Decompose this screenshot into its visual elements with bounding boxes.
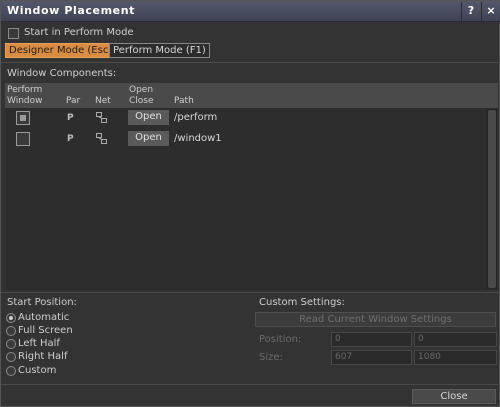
radio-full-screen[interactable] <box>6 326 16 336</box>
scrollbar-thumb[interactable] <box>488 110 496 288</box>
header-open: Open <box>129 85 154 95</box>
start-perform-checkbox[interactable] <box>8 28 19 39</box>
header-par: Par <box>66 96 81 106</box>
table-header: Perform Window Par Net Open Close Path <box>5 83 498 108</box>
close-button[interactable]: Close <box>412 389 496 404</box>
custom-settings-label: Custom Settings: <box>259 297 345 308</box>
perform-window-checkbox[interactable] <box>16 111 30 125</box>
start-position-label: Start Position: <box>7 297 77 308</box>
perform-window-checkbox[interactable] <box>16 132 30 146</box>
radio-left-half[interactable] <box>6 339 16 349</box>
header-window: Window <box>7 96 43 106</box>
par-button[interactable]: P <box>67 113 74 123</box>
size-width-field[interactable]: 607 <box>331 350 412 365</box>
header-close: Close <box>129 96 154 106</box>
radio-right-half[interactable] <box>6 352 16 362</box>
window-path: /perform <box>174 112 218 123</box>
position-x-field[interactable]: 0 <box>331 332 412 347</box>
window-placement-dialog: Window Placement ? × Start in Perform Mo… <box>0 0 500 407</box>
window-components-label: Window Components: <box>7 68 117 79</box>
header-net: Net <box>95 96 111 106</box>
components-table <box>5 83 498 290</box>
close-window-button[interactable]: × <box>481 2 500 21</box>
open-window-button[interactable]: Open <box>128 110 169 125</box>
network-icon[interactable] <box>96 133 107 144</box>
window-path: /window1 <box>174 133 222 144</box>
header-perform: Perform <box>7 85 43 95</box>
radio-label-automatic: Automatic <box>18 312 70 323</box>
network-icon[interactable] <box>96 112 107 123</box>
title-bar[interactable]: Window Placement ? × <box>1 1 500 22</box>
read-window-settings-button[interactable]: Read Current Window Settings <box>255 312 496 327</box>
position-label: Position: <box>259 334 302 345</box>
designer-mode-button[interactable]: Designer Mode (Esc) <box>5 43 117 58</box>
divider <box>1 62 500 63</box>
start-perform-label: Start in Perform Mode <box>24 27 134 38</box>
radio-automatic[interactable] <box>6 313 16 323</box>
window-title: Window Placement <box>7 4 136 17</box>
size-label: Size: <box>259 352 283 363</box>
perform-mode-button[interactable]: Perform Mode (F1) <box>109 43 210 58</box>
size-height-field[interactable]: 1080 <box>414 350 497 365</box>
radio-label-custom: Custom <box>18 365 57 376</box>
radio-label-right-half: Right Half <box>18 351 68 362</box>
radio-label-left-half: Left Half <box>18 338 60 349</box>
help-button[interactable]: ? <box>461 2 480 21</box>
radio-label-full-screen: Full Screen <box>18 325 73 336</box>
header-path: Path <box>174 96 194 106</box>
radio-custom[interactable] <box>6 366 16 376</box>
divider <box>1 292 500 293</box>
position-y-field[interactable]: 0 <box>414 332 497 347</box>
divider <box>1 384 500 385</box>
par-button[interactable]: P <box>67 134 74 144</box>
open-window-button[interactable]: Open <box>128 131 169 146</box>
